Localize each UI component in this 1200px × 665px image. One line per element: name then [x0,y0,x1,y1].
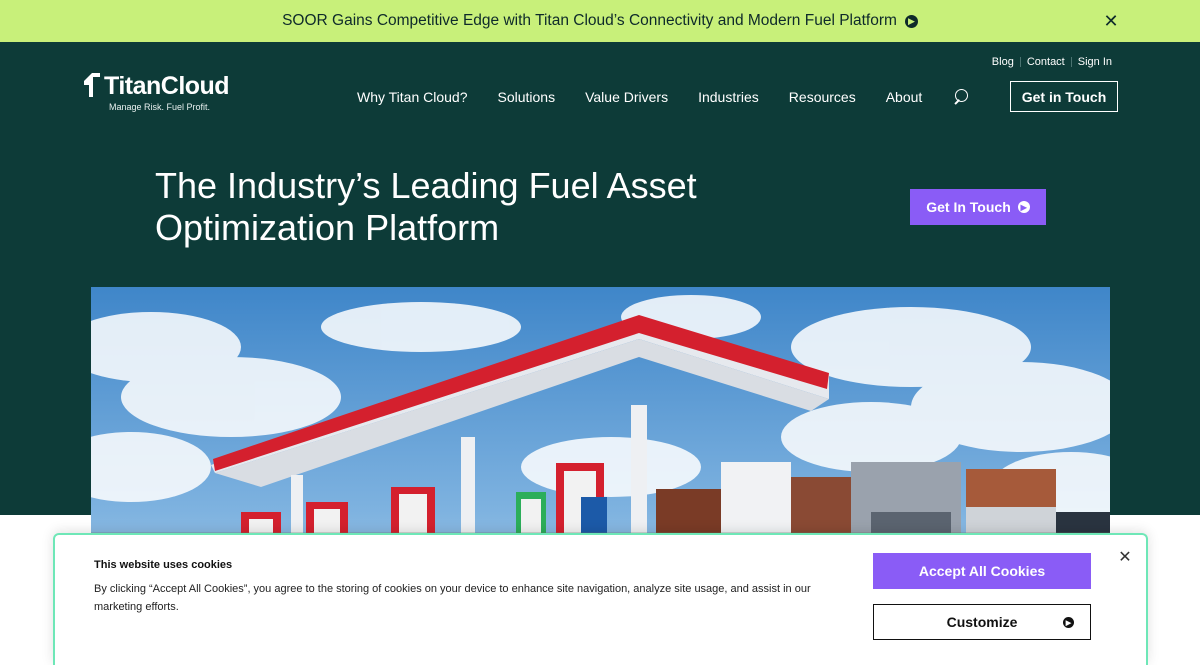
announcement-bar: SOOR Gains Competitive Edge with Titan C… [0,0,1200,42]
utility-link-blog[interactable]: Blog [986,56,1020,68]
nav-item-why-titan-cloud[interactable]: Why Titan Cloud? [357,89,468,105]
hero-cta-label: Get In Touch [926,199,1011,215]
customize-cookies-button[interactable]: Customize ▶ [873,604,1091,640]
close-icon: ✕ [1103,10,1119,31]
nav-item-about[interactable]: About [886,89,923,105]
header-get-in-touch-button[interactable]: Get in Touch [1010,81,1118,112]
logo-wordmark: TitanCloud [104,72,230,100]
nav-item-resources[interactable]: Resources [789,89,856,105]
nav-item-solutions[interactable]: Solutions [498,89,556,105]
arrow-right-circle-icon: ▶ [1017,201,1030,213]
titancloud-logo-icon [84,73,100,97]
utility-nav: Blog Contact Sign In [986,56,1118,68]
cookie-banner-body: By clicking “Accept All Cookies”, you ag… [94,583,811,613]
announcement-text: SOOR Gains Competitive Edge with Titan C… [282,12,897,29]
nav-item-value-drivers[interactable]: Value Drivers [585,89,668,105]
arrow-right-circle-icon: ▶ [1063,617,1074,628]
utility-link-sign-in[interactable]: Sign In [1072,56,1118,68]
arrow-right-circle-icon: ▶ [904,14,918,28]
cookie-banner: This website uses cookies By clicking “A… [53,533,1148,665]
accept-all-cookies-button[interactable]: Accept All Cookies [873,553,1091,589]
announcement-link[interactable]: SOOR Gains Competitive Edge with Titan C… [282,12,918,30]
hero-get-in-touch-button[interactable]: Get In Touch ▶ [910,189,1046,225]
search-icon[interactable] [952,88,970,106]
nav-item-industries[interactable]: Industries [698,89,759,105]
customize-label: Customize [946,614,1018,630]
announcement-close-button[interactable]: ✕ [1102,10,1120,31]
logo-tagline: Manage Risk. Fuel Profit. [109,102,211,112]
hero-title: The Industry’s Leading Fuel Asset Optimi… [155,165,697,248]
cookie-banner-title: This website uses cookies [94,559,233,571]
cookie-banner-close-button[interactable]: ✕ [1117,549,1133,566]
main-nav: Why Titan Cloud? Solutions Value Drivers… [357,88,970,106]
utility-link-contact[interactable]: Contact [1021,56,1071,68]
close-icon: ✕ [1118,549,1132,566]
